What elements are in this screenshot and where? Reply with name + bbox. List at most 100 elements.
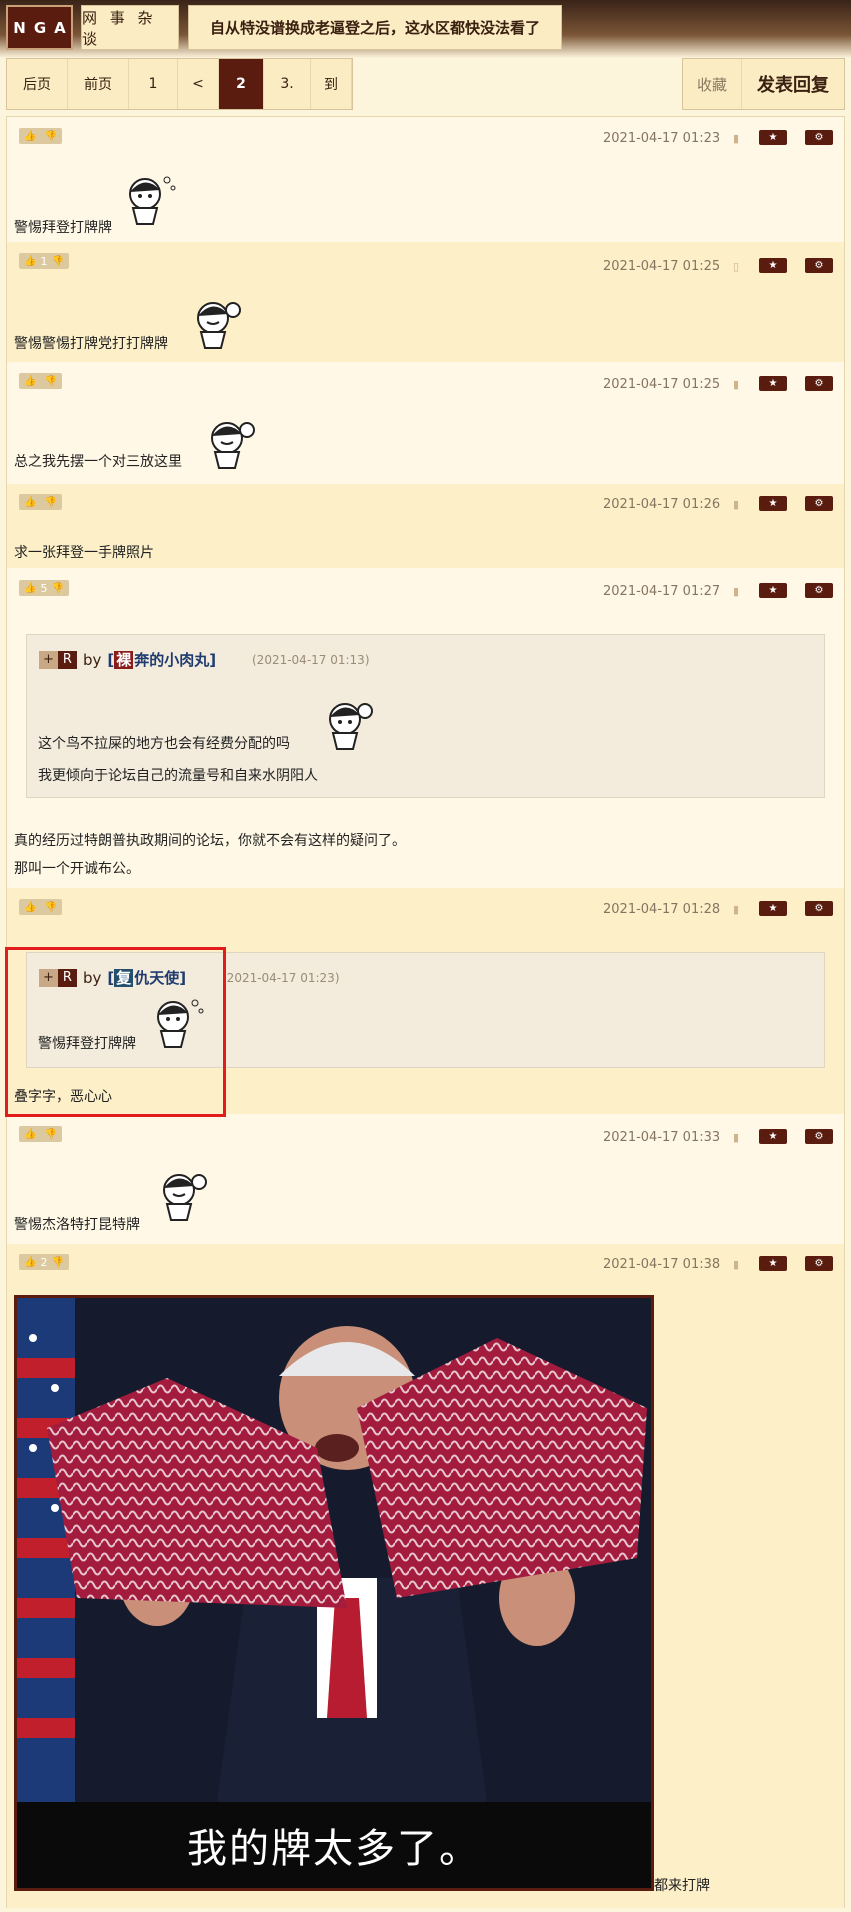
image-caption: 我的牌太多了。: [17, 1802, 651, 1888]
star-icon[interactable]: ★: [759, 901, 787, 916]
post-text: 总之我先摆一个对三放这里: [14, 454, 182, 470]
thread-actions: 收藏 发表回复: [682, 58, 845, 110]
post-text: 都来打牌: [654, 1878, 710, 1894]
quote-by: by: [82, 650, 102, 669]
android-icon: ▮: [733, 498, 740, 511]
quote-author-link[interactable]: [裸奔的小肉丸]: [107, 649, 216, 670]
breadcrumb-board[interactable]: 网 事 杂 谈: [81, 5, 179, 50]
star-icon[interactable]: ★: [759, 130, 787, 145]
page-link[interactable]: 2: [219, 59, 264, 109]
highlight-box: [5, 947, 226, 1117]
post-time: 2021-04-17 01:26: [603, 497, 721, 512]
gear-icon[interactable]: ⚙: [805, 376, 833, 391]
post-text: 真的经历过特朗普执政期间的论坛，你就不会有这样的疑问了。: [14, 833, 406, 849]
gear-icon[interactable]: ⚙: [805, 1129, 833, 1144]
quote-time: (2021-04-17 01:23): [222, 971, 340, 985]
author-name: 奔的小肉丸: [134, 651, 210, 669]
reply-badge[interactable]: R: [57, 650, 77, 669]
post-text: 警惕警惕打牌党打打牌牌: [14, 336, 168, 352]
thumbs-down-icon[interactable]: 👎: [44, 1129, 56, 1140]
favorite-button[interactable]: 收藏: [683, 59, 742, 109]
page-link[interactable]: 到: [311, 59, 352, 109]
quote-text: 我更倾向于论坛自己的流量号和自来水阴阳人: [38, 768, 318, 784]
post: 👍 👎 2021-04-17 01:33 ▮ ★ ⚙ 警惕杰洛特打昆特牌: [7, 1114, 844, 1244]
emoticon-icon: [163, 1174, 207, 1221]
vote-bar[interactable]: 👍 👎: [19, 494, 62, 510]
thumbs-up-icon[interactable]: 👍: [24, 131, 36, 142]
star-icon[interactable]: ★: [759, 496, 787, 511]
thumbs-down-icon[interactable]: 👎: [51, 583, 63, 594]
post: 👍 👎 2021-04-17 01:25 ▮ ★ ⚙ 总之我先摆一个对三放这里: [7, 362, 844, 484]
page-link[interactable]: 后页: [7, 59, 68, 109]
thumbs-up-icon[interactable]: 👍: [24, 497, 36, 508]
vote-bar[interactable]: 👍 👎: [19, 128, 62, 144]
page-link[interactable]: 1: [129, 59, 178, 109]
nga-logo[interactable]: NGA: [6, 5, 73, 50]
thumbs-up-icon[interactable]: 👍: [24, 376, 36, 387]
thumbs-down-icon[interactable]: 👎: [44, 131, 56, 142]
vote-bar[interactable]: 👍 👎: [19, 1126, 62, 1142]
meme-illustration: [17, 1298, 651, 1802]
post: 👍 5 👎 2021-04-17 01:27 ▮ ★ ⚙ + R by [裸奔的小肉…: [7, 568, 844, 888]
post-time: 2021-04-17 01:27: [603, 584, 721, 599]
star-icon[interactable]: ★: [759, 1129, 787, 1144]
quote-time: (2021-04-17 01:13): [252, 653, 370, 667]
quote-expand-button[interactable]: +: [39, 650, 58, 669]
star-icon[interactable]: ★: [759, 1256, 787, 1271]
post-time: 2021-04-17 01:25: [603, 259, 721, 274]
post-time: 2021-04-17 01:33: [603, 1130, 721, 1145]
post-time: 2021-04-17 01:38: [603, 1257, 721, 1272]
vote-bar[interactable]: 👍 1 👎: [19, 253, 69, 269]
device-icon: ▯: [733, 260, 740, 273]
thumbs-up-icon[interactable]: 👍: [24, 902, 36, 913]
gear-icon[interactable]: ⚙: [805, 496, 833, 511]
post: 👍 👎 2021-04-17 01:23 ▮ ★ ⚙ 警惕拜登打牌牌: [7, 122, 844, 242]
vote-bar[interactable]: 👍 👎: [19, 899, 62, 915]
thumbs-down-icon[interactable]: 👎: [44, 497, 56, 508]
post: 👍 1 👎 2021-04-17 01:25 ▯ ★ ⚙ 警惕警惕打牌党打打牌牌: [7, 242, 844, 362]
thumbs-down-icon[interactable]: 👎: [44, 902, 56, 913]
post-text: 求一张拜登一手牌照片: [14, 545, 154, 561]
thumbs-down-icon[interactable]: 👎: [44, 376, 56, 387]
post-image[interactable]: 我的牌太多了。: [14, 1295, 654, 1891]
thumbs-up-icon[interactable]: 👍: [24, 256, 36, 267]
post-text: 那叫一个开诚布公。: [14, 861, 140, 877]
emoticon-icon: [129, 176, 176, 225]
thumbs-up-icon[interactable]: 👍: [24, 1257, 36, 1268]
thumbs-up-icon[interactable]: 👍: [24, 583, 36, 594]
page-link[interactable]: 3.: [264, 59, 311, 109]
thread-title[interactable]: 自从特没谱换成老逼登之后，这水区都快没法看了: [188, 5, 562, 50]
page-link[interactable]: <: [178, 59, 219, 109]
post-time: 2021-04-17 01:28: [603, 902, 721, 917]
android-icon: ▮: [733, 903, 740, 916]
reply-button[interactable]: 发表回复: [742, 59, 844, 109]
author-badge: 裸: [114, 651, 134, 669]
gear-icon[interactable]: ⚙: [805, 583, 833, 598]
pagination: 后页 前页 1 <2 3. 到: [6, 58, 353, 110]
gear-icon[interactable]: ⚙: [805, 258, 833, 273]
gear-icon[interactable]: ⚙: [805, 130, 833, 145]
star-icon[interactable]: ★: [759, 583, 787, 598]
android-icon: ▮: [733, 1131, 740, 1144]
star-icon[interactable]: ★: [759, 376, 787, 391]
post-text: 警惕拜登打牌牌: [14, 220, 112, 236]
page-link[interactable]: 前页: [68, 59, 129, 109]
vote-bar[interactable]: 👍 5 👎: [19, 580, 69, 596]
android-icon: ▮: [733, 585, 740, 598]
gear-icon[interactable]: ⚙: [805, 1256, 833, 1271]
vote-bar[interactable]: 👍 2 👎: [19, 1254, 69, 1270]
emoticon-icon: [211, 422, 255, 469]
android-icon: ▮: [733, 378, 740, 391]
vote-bar[interactable]: 👍 👎: [19, 373, 62, 389]
thumbs-up-icon[interactable]: 👍: [24, 1129, 36, 1140]
thumbs-down-icon[interactable]: 👎: [51, 1257, 63, 1268]
android-icon: ▮: [733, 1258, 740, 1271]
quote-text: 这个鸟不拉屎的地方也会有经费分配的吗: [38, 736, 290, 752]
post-text: 警惕杰洛特打昆特牌: [14, 1217, 140, 1233]
quote-header: + R by [裸奔的小肉丸]: [39, 649, 216, 670]
star-icon[interactable]: ★: [759, 258, 787, 273]
thumbs-down-icon[interactable]: 👎: [51, 256, 63, 267]
post: 👍 👎 2021-04-17 01:26 ▮ ★ ⚙ 求一张拜登一手牌照片: [7, 484, 844, 568]
gear-icon[interactable]: ⚙: [805, 901, 833, 916]
android-icon: ▮: [733, 132, 740, 145]
